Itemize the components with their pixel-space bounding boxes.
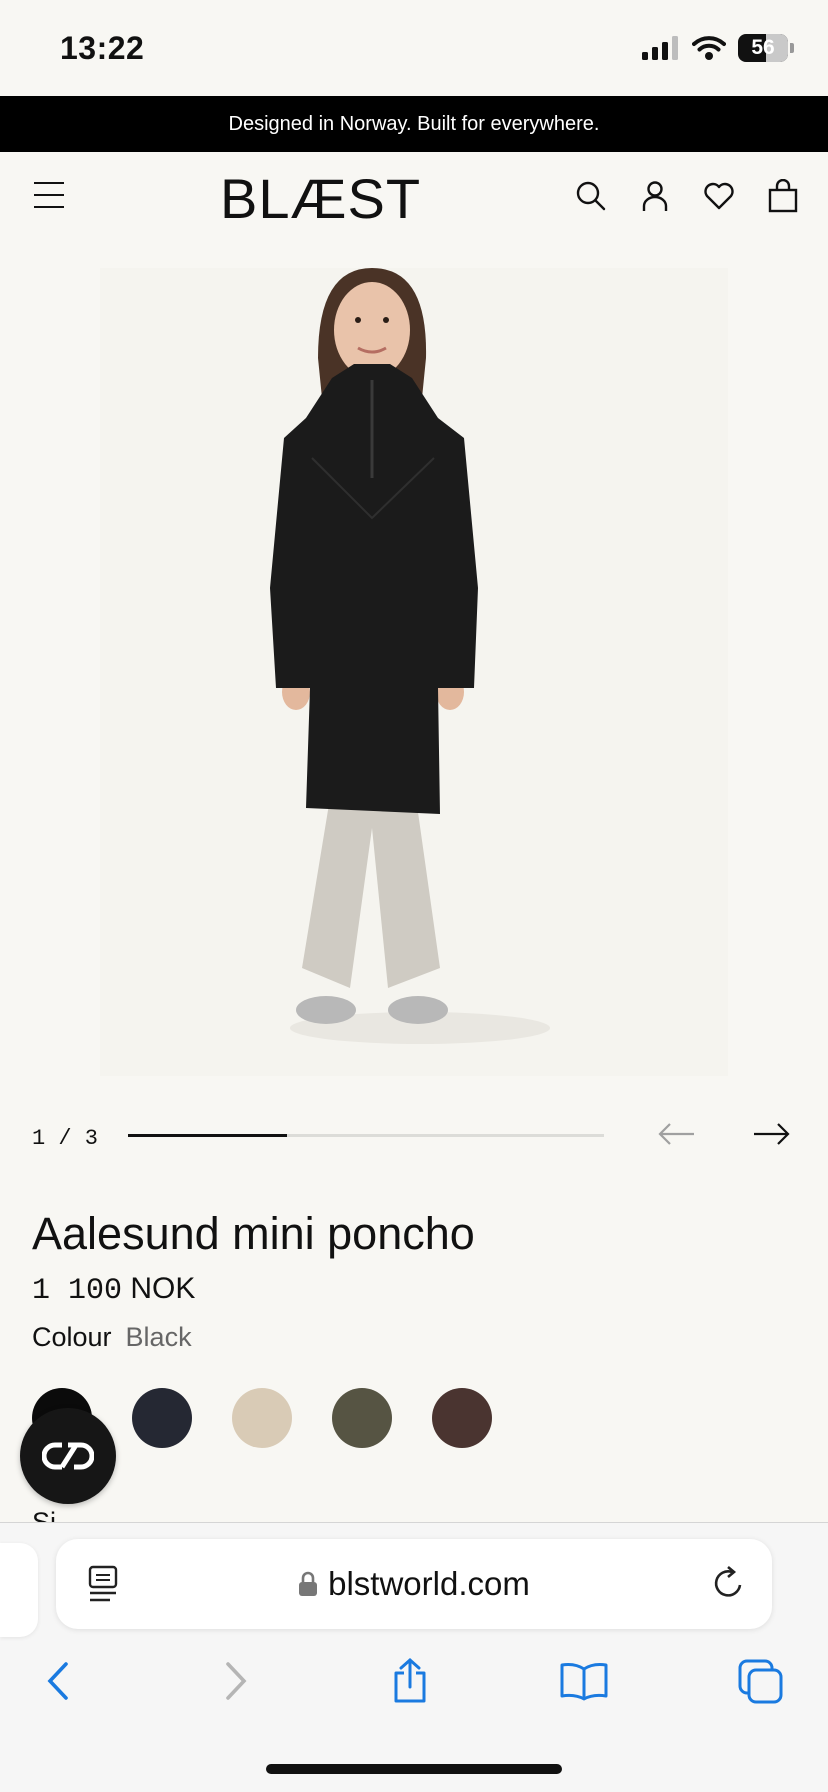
price-currency: NOK (130, 1272, 196, 1305)
slide-counter: 1 / 3 (32, 1126, 99, 1151)
battery-icon: 56 (738, 34, 788, 62)
product-image[interactable] (100, 268, 728, 1076)
back-chevron-icon[interactable] (30, 1653, 86, 1709)
tabs-icon[interactable] (732, 1653, 788, 1709)
header-actions (574, 178, 800, 214)
product-price: 1 100 NOK (32, 1272, 195, 1308)
price-amount: 1 100 (32, 1274, 123, 1308)
slide-progress-fill (128, 1134, 287, 1137)
url-display[interactable]: blstworld.com (56, 1565, 772, 1603)
previous-tab-peek[interactable] (0, 1543, 38, 1637)
next-arrow-icon[interactable] (752, 1118, 792, 1150)
product-title: Aalesund mini poncho (32, 1208, 475, 1259)
shopping-bag-icon[interactable] (766, 178, 800, 214)
wifi-icon (692, 36, 726, 60)
signal-icon (642, 36, 678, 60)
colour-value: Black (125, 1322, 192, 1352)
home-indicator[interactable] (266, 1764, 562, 1774)
slide-progress-bar (128, 1134, 604, 1137)
url-text: blstworld.com (328, 1565, 530, 1602)
colour-label: Colour (32, 1322, 112, 1352)
brand-logo[interactable]: BLÆST (220, 166, 421, 231)
chat-button[interactable] (20, 1408, 116, 1504)
battery-tip (790, 43, 794, 53)
search-icon[interactable] (574, 178, 608, 214)
battery-level: 56 (751, 36, 775, 59)
browser-toolbar (0, 1653, 828, 1713)
site-header: BLÆST (0, 152, 828, 242)
browser-chrome: blstworld.com (0, 1522, 828, 1792)
status-time: 13:22 (60, 30, 145, 66)
reload-icon[interactable] (712, 1565, 746, 1606)
previous-arrow-icon[interactable] (656, 1118, 696, 1150)
bookmarks-book-icon[interactable] (556, 1653, 612, 1709)
address-bar[interactable]: blstworld.com (56, 1539, 772, 1629)
wishlist-heart-icon[interactable] (702, 178, 736, 214)
size-label: Si (32, 1510, 56, 1522)
forward-chevron-icon[interactable] (208, 1653, 264, 1709)
promo-text: Designed in Norway. Built for everywhere… (228, 112, 600, 135)
account-icon[interactable] (638, 178, 672, 214)
image-carousel-controls: 1 / 3 (0, 1110, 828, 1160)
colour-selection: Colour Black (32, 1322, 192, 1353)
product-photo-illustration (270, 268, 550, 1044)
chat-logo-icon (42, 1442, 94, 1470)
status-icons: 56 (642, 34, 794, 62)
colour-swatch-2[interactable] (132, 1388, 192, 1448)
colour-swatch-5[interactable] (432, 1388, 492, 1448)
promo-banner: Designed in Norway. Built for everywhere… (0, 96, 828, 152)
status-bar: 13:22 56 (0, 0, 828, 96)
menu-icon[interactable] (34, 182, 64, 208)
lock-icon (299, 1571, 318, 1596)
colour-swatch-4[interactable] (332, 1388, 392, 1448)
share-icon[interactable] (382, 1653, 438, 1709)
colour-swatch-3[interactable] (232, 1388, 292, 1448)
